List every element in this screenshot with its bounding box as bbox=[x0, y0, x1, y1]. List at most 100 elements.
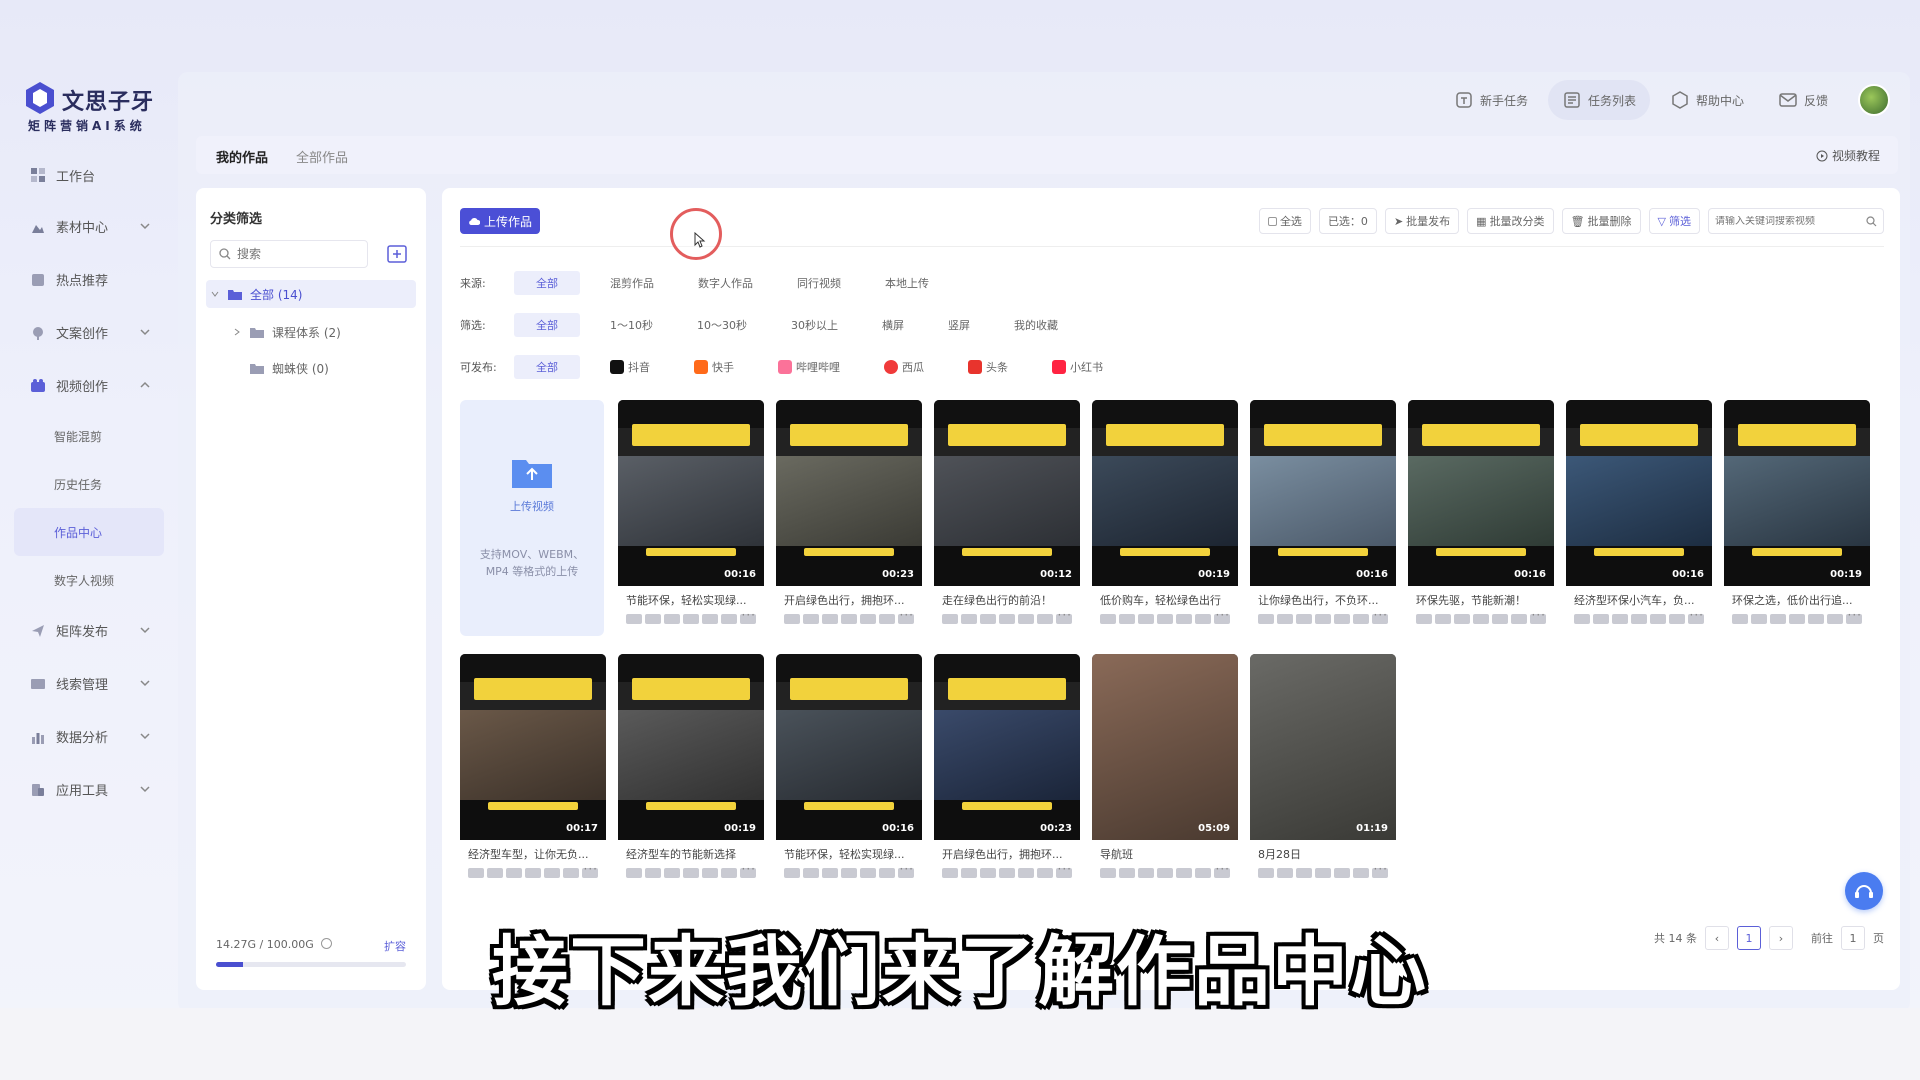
platform-toutiao[interactable]: 头条 bbox=[954, 355, 1022, 379]
sidebar-sub-history[interactable]: 历史任务 bbox=[14, 460, 164, 508]
source-all[interactable]: 全部 bbox=[514, 271, 580, 295]
more-options-icon[interactable]: ··· bbox=[742, 608, 756, 622]
video-thumbnail[interactable]: 00:17 bbox=[460, 654, 606, 840]
video-thumbnail[interactable]: 05:09 bbox=[1092, 654, 1238, 840]
sidebar-item-hot[interactable]: 热点推荐 bbox=[14, 253, 164, 306]
video-thumbnail[interactable]: 00:16 bbox=[776, 654, 922, 840]
video-thumbnail[interactable]: 00:12 bbox=[934, 400, 1080, 586]
video-card[interactable]: 00:19 环保之选，低价出行追... ··· bbox=[1724, 400, 1870, 636]
video-card[interactable]: 00:16 让你绿色出行，不负环... ··· bbox=[1250, 400, 1396, 636]
sidebar-item-materials[interactable]: 素材中心 bbox=[14, 200, 164, 253]
select-all-button[interactable]: 全选 bbox=[1258, 208, 1311, 234]
more-options-icon[interactable]: ··· bbox=[584, 862, 598, 876]
platform-bilibili[interactable]: 哔哩哔哩 bbox=[764, 355, 854, 379]
more-options-icon[interactable]: ··· bbox=[1848, 608, 1862, 622]
newbie-task-button[interactable]: 新手任务 bbox=[1440, 80, 1542, 120]
source-peer[interactable]: 同行视频 bbox=[783, 271, 855, 295]
sidebar-sub-digital-human[interactable]: 数字人视频 bbox=[14, 556, 164, 604]
video-thumbnail[interactable]: 00:16 bbox=[1408, 400, 1554, 586]
sidebar-item-leads[interactable]: 线索管理 bbox=[14, 657, 164, 710]
video-card[interactable]: 00:12 走在绿色出行的前沿！ ··· bbox=[934, 400, 1080, 636]
batch-delete-button[interactable]: 🗑 批量删除 bbox=[1561, 208, 1641, 234]
help-center-button[interactable]: 帮助中心 bbox=[1656, 80, 1758, 120]
sidebar-sub-works-center[interactable]: 作品中心 bbox=[14, 508, 164, 556]
video-thumbnail[interactable]: 00:23 bbox=[934, 654, 1080, 840]
video-card[interactable]: 00:16 经济型环保小汽车，负... ··· bbox=[1566, 400, 1712, 636]
upload-works-button[interactable]: 上传作品 bbox=[460, 208, 540, 234]
more-options-icon[interactable]: ··· bbox=[900, 608, 914, 622]
video-card[interactable]: 00:23 开启绿色出行，拥抱环... ··· bbox=[934, 654, 1080, 890]
more-options-icon[interactable]: ··· bbox=[1532, 608, 1546, 622]
customer-service-button[interactable] bbox=[1845, 872, 1883, 910]
my-favorites[interactable]: 我的收藏 bbox=[1000, 313, 1072, 337]
sidebar-item-analytics[interactable]: 数据分析 bbox=[14, 710, 164, 763]
video-card[interactable]: 05:09 导航班 ··· bbox=[1092, 654, 1238, 890]
add-folder-icon[interactable] bbox=[386, 243, 408, 265]
sidebar-item-copywriting[interactable]: 文案创作 bbox=[14, 306, 164, 359]
batch-recategorize-button[interactable]: ▦ 批量改分类 bbox=[1467, 208, 1554, 234]
task-list-button[interactable]: 任务列表 bbox=[1547, 80, 1650, 120]
tab-all-works[interactable]: 全部作品 bbox=[296, 147, 348, 166]
video-thumbnail[interactable]: 00:16 bbox=[1250, 400, 1396, 586]
search-icon[interactable] bbox=[1866, 215, 1877, 227]
platform-status-icon bbox=[1827, 614, 1843, 624]
more-options-icon[interactable]: ··· bbox=[900, 862, 914, 876]
avatar[interactable] bbox=[1858, 84, 1890, 116]
more-options-icon[interactable]: ··· bbox=[1374, 608, 1388, 622]
filter-button[interactable]: ▽ 筛选 bbox=[1648, 208, 1700, 234]
orientation-landscape[interactable]: 横屏 bbox=[868, 313, 918, 337]
platform-status-icon bbox=[468, 868, 484, 878]
batch-publish-button[interactable]: ➤ 批量发布 bbox=[1384, 208, 1460, 234]
category-search-input[interactable] bbox=[237, 247, 357, 261]
sidebar-item-workbench[interactable]: 工作台 bbox=[14, 150, 164, 200]
video-card[interactable]: 00:19 低价购车，轻松绿色出行 ··· bbox=[1092, 400, 1238, 636]
sidebar-item-label: 素材中心 bbox=[56, 221, 109, 236]
sidebar-item-tools[interactable]: 应用工具 bbox=[14, 763, 164, 816]
sidebar-item-publish[interactable]: 矩阵发布 bbox=[14, 604, 164, 657]
more-options-icon[interactable]: ··· bbox=[1058, 608, 1072, 622]
duration-30plus[interactable]: 30秒以上 bbox=[777, 313, 852, 337]
platform-kuaishou[interactable]: 快手 bbox=[680, 355, 748, 379]
video-card[interactable]: 00:16 节能环保，轻松实现绿... ··· bbox=[776, 654, 922, 890]
feedback-button[interactable]: 反馈 bbox=[1764, 80, 1842, 120]
more-options-icon[interactable]: ··· bbox=[1216, 608, 1230, 622]
video-thumbnail[interactable]: 00:16 bbox=[1566, 400, 1712, 586]
video-card[interactable]: 01:19 8月28日 ··· bbox=[1250, 654, 1396, 890]
video-card[interactable]: 00:19 经济型车的节能新选择 ··· bbox=[618, 654, 764, 890]
duration-10-30[interactable]: 10～30秒 bbox=[683, 313, 761, 337]
source-mix[interactable]: 混剪作品 bbox=[596, 271, 668, 295]
platform-xiaohongshu[interactable]: 小红书 bbox=[1038, 355, 1117, 379]
more-options-icon[interactable]: ··· bbox=[1690, 608, 1704, 622]
orientation-portrait[interactable]: 竖屏 bbox=[934, 313, 984, 337]
more-options-icon[interactable]: ··· bbox=[1216, 862, 1230, 876]
tree-item-all[interactable]: 全部 (14) bbox=[206, 280, 416, 308]
platform-xigua[interactable]: 西瓜 bbox=[870, 355, 938, 379]
more-options-icon[interactable]: ··· bbox=[742, 862, 756, 876]
tree-item-spiderman[interactable]: 蜘蛛侠 (0) bbox=[206, 354, 416, 382]
tree-item-course[interactable]: 课程体系 (2) bbox=[206, 318, 416, 346]
video-card[interactable]: 00:16 节能环保，轻松实现绿... ··· bbox=[618, 400, 764, 636]
video-thumbnail[interactable]: 00:23 bbox=[776, 400, 922, 586]
platform-douyin[interactable]: 抖音 bbox=[596, 355, 664, 379]
video-thumbnail[interactable]: 00:19 bbox=[1724, 400, 1870, 586]
duration-1-10[interactable]: 1～10秒 bbox=[596, 313, 667, 337]
video-tutorial-link[interactable]: 视频教程 bbox=[1816, 147, 1880, 164]
duration-all[interactable]: 全部 bbox=[514, 313, 580, 337]
upload-video-card[interactable]: 上传视频 支持MOV、WEBM、MP4 等格式的上传 bbox=[460, 400, 604, 636]
keyword-search-input[interactable] bbox=[1715, 215, 1855, 227]
platform-all[interactable]: 全部 bbox=[514, 355, 580, 379]
video-thumbnail[interactable]: 00:16 bbox=[618, 400, 764, 586]
tab-my-works[interactable]: 我的作品 bbox=[216, 147, 268, 166]
video-card[interactable]: 00:16 环保先驱，节能新潮！ ··· bbox=[1408, 400, 1554, 636]
source-digital-human[interactable]: 数字人作品 bbox=[684, 271, 767, 295]
video-thumbnail[interactable]: 01:19 bbox=[1250, 654, 1396, 840]
more-options-icon[interactable]: ··· bbox=[1374, 862, 1388, 876]
video-card[interactable]: 00:23 开启绿色出行，拥抱环... ··· bbox=[776, 400, 922, 636]
video-thumbnail[interactable]: 00:19 bbox=[1092, 400, 1238, 586]
more-options-icon[interactable]: ··· bbox=[1058, 862, 1072, 876]
sidebar-sub-smart-mix[interactable]: 智能混剪 bbox=[14, 412, 164, 460]
video-thumbnail[interactable]: 00:19 bbox=[618, 654, 764, 840]
source-local[interactable]: 本地上传 bbox=[871, 271, 943, 295]
video-card[interactable]: 00:17 经济型车型，让你无负... ··· bbox=[460, 654, 606, 890]
sidebar-item-video[interactable]: 视频创作 bbox=[14, 359, 164, 412]
